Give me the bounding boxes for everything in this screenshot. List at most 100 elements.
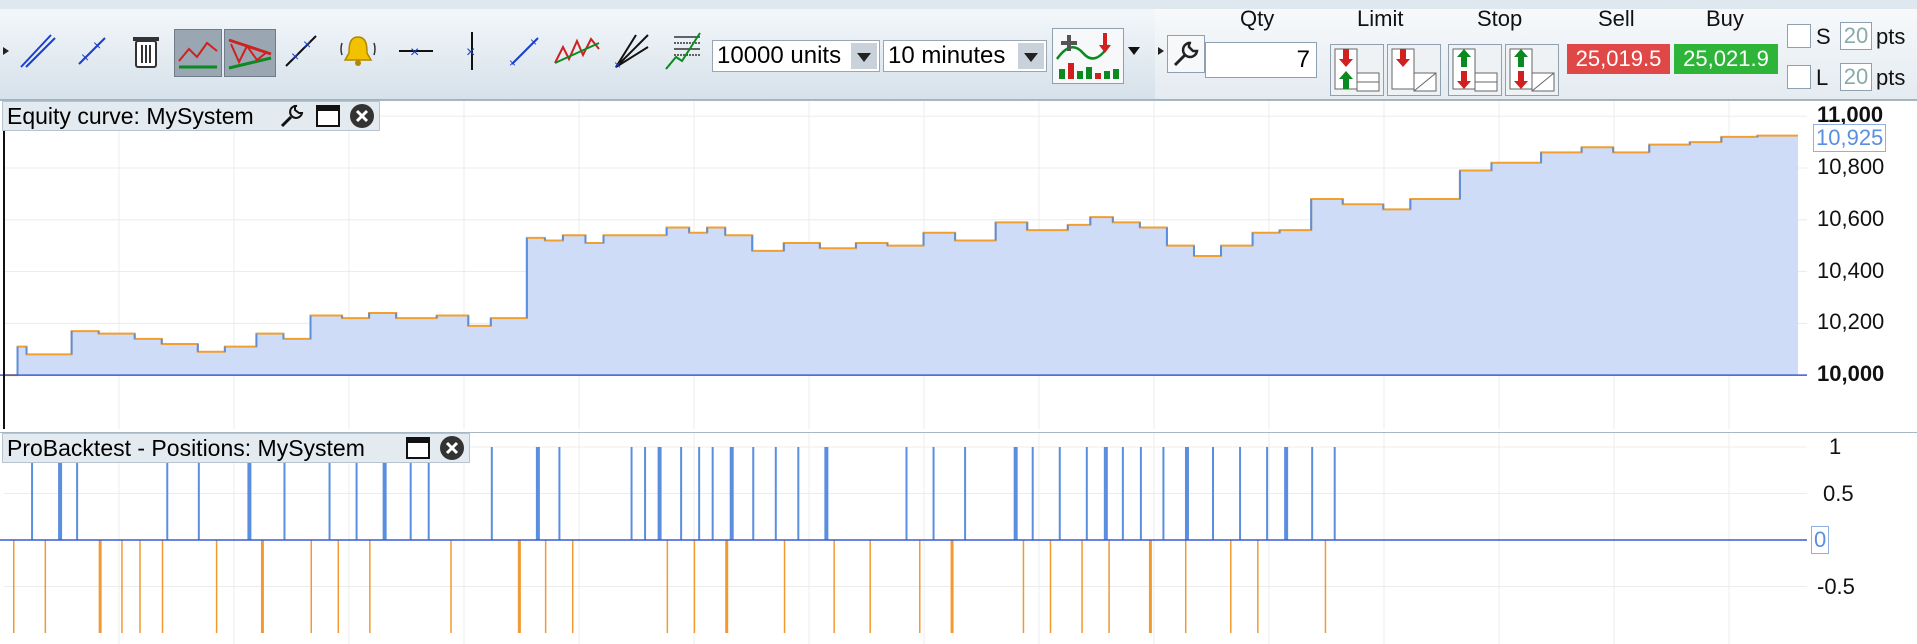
sell-label: Sell — [1598, 6, 1635, 31]
svg-text:×: × — [410, 44, 419, 61]
trendline-icon[interactable]: × × — [281, 31, 321, 71]
svg-text:×: × — [530, 35, 537, 49]
equity-curve-chart — [0, 101, 1807, 429]
indicators-icon[interactable] — [1052, 28, 1124, 84]
stop-label: Stop — [1477, 6, 1523, 31]
positions-chart — [0, 433, 1807, 644]
svg-text:×: × — [93, 37, 101, 53]
take-profit-checkbox[interactable] — [1787, 65, 1811, 89]
units-select[interactable]: 10000 units — [712, 40, 880, 72]
units-select-value: 10000 units — [717, 42, 842, 69]
short-position-bar — [1257, 540, 1259, 633]
long-position-bar — [711, 447, 714, 540]
long-position-bar — [1212, 447, 1215, 540]
short-position-bar — [693, 540, 696, 633]
svg-text:×: × — [509, 56, 516, 68]
short-position-bar — [310, 540, 313, 633]
take-profit-pts-input[interactable]: 20 — [1840, 63, 1872, 91]
take-profit-label: L — [1816, 65, 1829, 90]
y-tick-label: 10,600 — [1817, 205, 1885, 231]
parallel-lines-icon[interactable] — [17, 31, 57, 71]
wrench-icon[interactable] — [1167, 35, 1205, 73]
indicators-dropdown-icon[interactable] — [1126, 31, 1142, 71]
maximize-window-icon[interactable] — [405, 435, 431, 461]
long-position-bar — [1311, 447, 1314, 540]
qty-label: Qty — [1240, 6, 1275, 31]
stop-sell-order-button[interactable] — [1505, 44, 1559, 96]
positions-panel-title: ProBacktest - Positions: MySystem — [7, 435, 365, 461]
close-icon[interactable] — [439, 435, 465, 461]
horizontal-line-icon[interactable]: × — [396, 31, 436, 71]
ray-line-icon[interactable]: × × — [505, 31, 545, 71]
long-position-bar — [752, 447, 755, 540]
long-position-bar — [1284, 447, 1289, 540]
svg-text:×: × — [303, 36, 311, 52]
svg-text:×: × — [291, 48, 299, 64]
interval-select[interactable]: 10 minutes — [883, 40, 1047, 72]
long-position-bar — [657, 447, 662, 540]
close-icon[interactable] — [349, 103, 375, 129]
current-value-badge: 10,925 — [1813, 123, 1887, 152]
long-position-bar — [558, 447, 561, 540]
chevron-down-icon[interactable] — [1018, 43, 1044, 69]
wedge-pattern-icon[interactable] — [224, 29, 276, 77]
short-position-bar — [571, 540, 574, 633]
long-position-bar — [729, 447, 734, 540]
stop-loss-pts-input[interactable]: 20 — [1840, 22, 1872, 50]
buy-label: Buy — [1706, 6, 1744, 31]
short-position-bar — [450, 540, 452, 633]
drawing-toolbar: × × × × × × × × × 10000 units 10 minutes — [0, 9, 1155, 100]
long-position-bar — [1333, 447, 1336, 540]
long-position-bar — [797, 447, 800, 540]
positions-y-axis: 1 0.5 -0.5 0 — [1807, 433, 1917, 644]
stop-loss-checkbox[interactable] — [1787, 24, 1811, 48]
equity-y-axis: 11,000 10,800 10,600 10,400 10,200 10,00… — [1807, 101, 1917, 431]
stop-buy-order-button[interactable] — [1448, 44, 1502, 96]
y-tick-label: -0.5 — [1817, 573, 1855, 599]
positions-panel-header: ProBacktest - Positions: MySystem — [2, 433, 470, 463]
trash-icon[interactable] — [126, 31, 166, 71]
short-position-bar — [1230, 540, 1232, 633]
trend-channel-icon[interactable] — [174, 29, 222, 77]
long-position-bar — [644, 447, 647, 540]
short-position-bar — [161, 540, 164, 633]
wrench-icon[interactable] — [279, 103, 305, 129]
y-tick-label: 10,200 — [1817, 309, 1885, 335]
stop-loss-pts-label: pts — [1876, 24, 1906, 49]
y-tick-label: 10,000 — [1817, 361, 1885, 387]
qty-value: 7 — [1296, 46, 1310, 73]
short-position-bar — [13, 540, 15, 633]
short-position-bar — [44, 540, 47, 633]
equity-panel-title: Equity curve: MySystem — [7, 103, 254, 129]
buy-price-button[interactable]: 25,021.9 — [1674, 44, 1778, 74]
limit-sell-order-button[interactable] — [1387, 44, 1441, 96]
sell-price-button[interactable]: 25,019.5 — [1567, 44, 1670, 74]
equity-area — [4, 135, 1798, 376]
short-position-bar — [1148, 540, 1152, 633]
short-position-bar — [121, 540, 123, 633]
short-position-bar — [98, 540, 102, 633]
vertical-line-icon[interactable]: × — [452, 31, 492, 71]
maximize-window-icon[interactable] — [315, 103, 341, 129]
short-position-bar — [869, 540, 871, 633]
regression-channel-icon[interactable] — [552, 31, 602, 71]
cross-line-icon[interactable]: × × — [72, 31, 112, 71]
short-position-bar — [1022, 540, 1025, 633]
fibonacci-retracement-icon[interactable] — [664, 31, 704, 71]
equity-curve-panel: Equity curve: MySystem 11,000 10,800 10,… — [0, 100, 1917, 431]
alert-bell-icon[interactable] — [338, 31, 378, 71]
interval-select-value: 10 minutes — [888, 42, 1006, 69]
long-position-bar — [1139, 447, 1142, 540]
current-value-badge: 0 — [1811, 526, 1830, 554]
short-position-bar — [517, 540, 521, 633]
qty-input[interactable]: 7 — [1205, 42, 1317, 78]
chevron-down-icon[interactable] — [851, 43, 877, 69]
long-position-bar — [1121, 447, 1124, 540]
fibonacci-fan-icon[interactable]: × — [612, 31, 652, 71]
toolbar-scroll-left-icon[interactable] — [0, 31, 14, 71]
short-position-bar — [1081, 540, 1083, 633]
short-position-bar — [260, 540, 264, 633]
long-position-bar — [630, 447, 633, 540]
short-position-bar — [833, 540, 835, 633]
limit-buy-order-button[interactable] — [1330, 44, 1384, 96]
